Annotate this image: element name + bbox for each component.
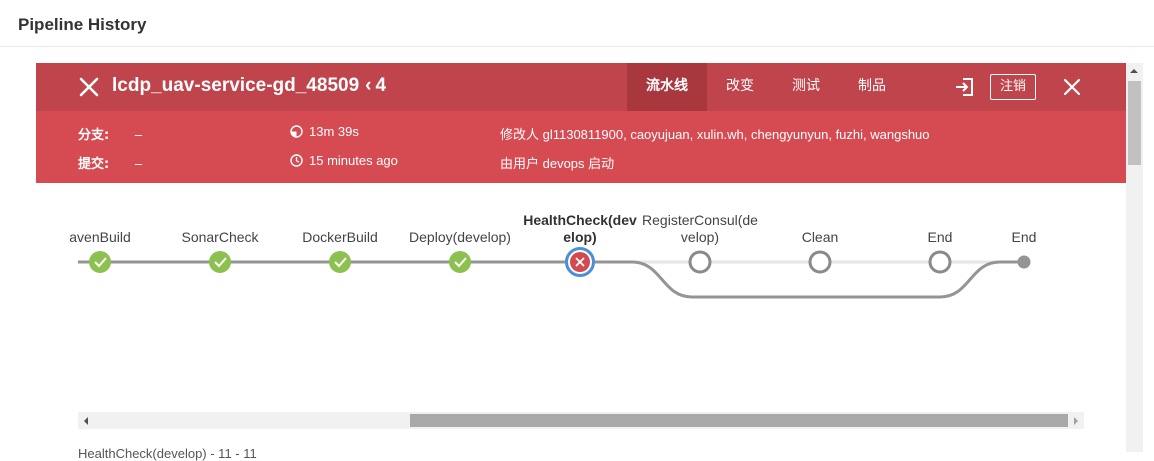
vertical-scrollbar[interactable] [1126, 63, 1143, 452]
stage-node-registerconsul[interactable] [688, 250, 712, 274]
clock-icon [290, 154, 303, 167]
stage-label-sonarcheck: SonarCheck [181, 229, 259, 245]
stage-label-clean: Clean [801, 229, 839, 245]
stage-label-registerconsul: RegisterConsul(de velop) [642, 212, 758, 246]
stage-label-line: RegisterConsul(de [642, 212, 758, 228]
stage-label-line: velop) [680, 229, 720, 245]
exit-icon[interactable] [954, 76, 976, 98]
horizontal-scroll-thumb[interactable] [410, 414, 1068, 427]
started-value: 15 minutes ago [309, 153, 398, 168]
run-title: lcdp_uav-service-gd_48509 ‹ 4 [112, 75, 386, 97]
stage-label-healthcheck: HealthCheck(dev elop) [523, 212, 637, 246]
duration-info: 13m 39s [290, 124, 359, 139]
stage-label-end-final: End [1011, 229, 1037, 245]
horizontal-scrollbar[interactable] [78, 412, 1084, 429]
tab-tests[interactable]: 测试 [773, 63, 839, 111]
stage-label-line: elop) [563, 229, 597, 245]
branch-value: – [134, 127, 143, 142]
stage-node-dockerbuild[interactable] [329, 251, 351, 273]
page-header: Pipeline History [0, 0, 1154, 47]
duration-value: 13m 39s [309, 124, 359, 139]
commit-value: – [134, 156, 143, 171]
duration-icon [290, 125, 303, 138]
stage-label-end: End [927, 229, 953, 245]
connector-skip-path [580, 260, 1024, 299]
logout-button[interactable]: 注销 [990, 74, 1036, 100]
stage-node-sonarcheck[interactable] [209, 251, 231, 273]
stage-log-header: HealthCheck(develop) - 11 - 11 [78, 446, 257, 461]
run-number: 4 [375, 75, 387, 96]
branch-info: 分支: – [78, 124, 142, 143]
run-detail-modal: lcdp_uav-service-gd_48509 ‹ 4 流水线 改变 测试 制品… [36, 63, 1126, 452]
changes-info: 修改人 gl1130811900, caoyujuan, xulin.wh, c… [500, 127, 930, 142]
close-icon[interactable] [78, 76, 100, 98]
run-tabs: 流水线 改变 测试 制品 [627, 63, 905, 111]
stage-node-deploy[interactable] [449, 251, 471, 273]
tab-artifacts[interactable]: 制品 [839, 63, 905, 111]
stage-label-line: HealthCheck(dev [523, 212, 637, 228]
stage-node-clean[interactable] [808, 250, 832, 274]
commit-label: 提交: [78, 157, 110, 172]
run-topbar: lcdp_uav-service-gd_48509 ‹ 4 流水线 改变 测试 制品… [36, 63, 1126, 111]
started-info: 15 minutes ago [290, 153, 398, 168]
vertical-scroll-thumb[interactable] [1128, 81, 1141, 165]
close-modal-icon[interactable] [1062, 77, 1082, 97]
stage-node-end-final [1017, 255, 1031, 269]
scroll-up-arrow-icon[interactable] [1130, 69, 1138, 73]
stage-node-mavenbuild[interactable] [89, 251, 111, 273]
run-name: lcdp_uav-service-gd_48509 [112, 75, 360, 96]
stage-label-deploy: Deploy(develop) [409, 229, 511, 245]
tab-changes[interactable]: 改变 [707, 63, 773, 111]
branch-label: 分支: [78, 128, 110, 143]
stage-label-dockerbuild: DockerBuild [302, 229, 378, 245]
scroll-right-arrow-icon[interactable] [1074, 417, 1078, 425]
stage-label-mavenbuild: avenBuild [69, 229, 131, 245]
stage-node-healthcheck[interactable] [565, 247, 595, 277]
trigger-info: 由用户 devops 启动 [500, 156, 615, 171]
scroll-left-arrow-icon[interactable] [84, 417, 88, 425]
pipeline-graph: avenBuild SonarCheck DockerBuild Deploy(… [36, 183, 1126, 413]
run-info-bar: 分支: – 提交: – 13m 39s 15 minutes ago 修改人 g… [36, 111, 1126, 183]
chevron-left-icon: ‹ [365, 75, 372, 96]
page-title: Pipeline History [18, 15, 147, 34]
commit-info: 提交: – [78, 153, 142, 172]
tab-pipeline[interactable]: 流水线 [627, 63, 707, 111]
stage-node-end[interactable] [928, 250, 952, 274]
